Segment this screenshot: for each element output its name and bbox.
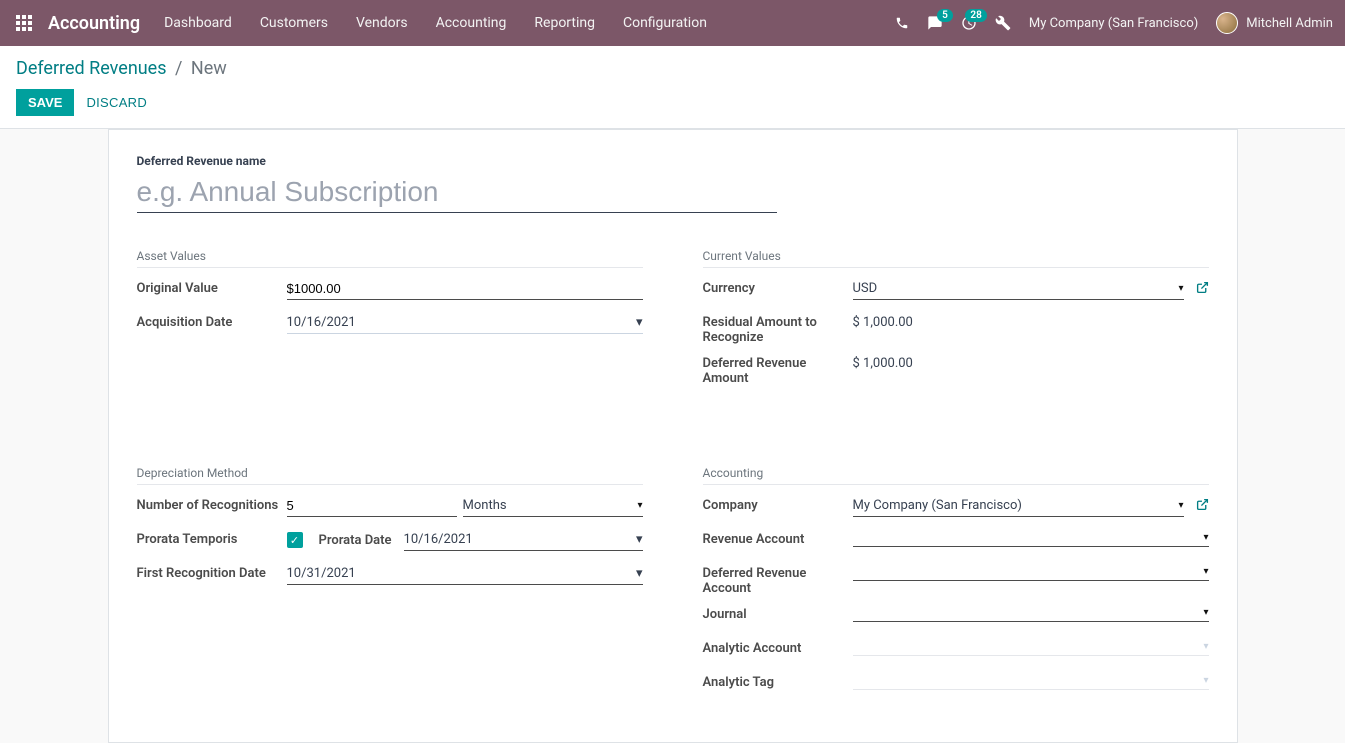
asset-values-heading: Asset Values [137,249,643,268]
chevron-down-icon: ▾ [637,500,642,511]
chevron-down-icon: ▾ [636,532,643,547]
breadcrumb: Deferred Revenues / New [16,58,1329,79]
prorata-checkbox[interactable]: ✓ [287,532,303,548]
chevron-down-icon: ▾ [636,566,643,581]
deferred-amount-value: $ 1,000.00 [853,353,913,374]
deferred-account-label: Deferred Revenue Account [703,563,853,596]
prorata-date-input[interactable]: 10/16/2021 ▾ [404,529,643,551]
debug-icon[interactable] [995,15,1011,31]
journal-label: Journal [703,604,853,622]
avatar [1216,12,1238,34]
activity-icon[interactable]: 28 [961,15,977,31]
chat-badge: 5 [937,9,953,22]
chevron-down-icon: ▾ [1203,641,1208,652]
company-select[interactable]: My Company (San Francisco) ▾ [853,495,1184,517]
residual-value: $ 1,000.00 [853,312,913,333]
breadcrumb-separator: / [175,58,182,79]
activity-badge: 28 [965,9,986,22]
menu-configuration[interactable]: Configuration [623,15,707,31]
analytic-tag-select[interactable]: ▾ [853,672,1209,690]
journal-select[interactable]: ▾ [853,604,1209,622]
current-values-group: Current Values Currency USD ▾ Residu [703,249,1209,394]
title-label: Deferred Revenue name [137,154,1209,168]
accounting-heading: Accounting [703,466,1209,485]
menu-reporting[interactable]: Reporting [534,15,595,31]
chevron-down-icon: ▾ [1203,675,1208,686]
breadcrumb-current: New [191,58,227,79]
revenue-account-label: Revenue Account [703,529,853,547]
discard-button[interactable]: DISCARD [86,95,147,110]
first-recognition-label: First Recognition Date [137,563,287,581]
analytic-account-label: Analytic Account [703,638,853,656]
phone-icon[interactable] [895,16,909,30]
accounting-group: Accounting Company My Company (San Franc… [703,466,1209,706]
user-menu[interactable]: Mitchell Admin [1216,12,1333,34]
external-link-icon[interactable] [1196,498,1209,515]
action-buttons: SAVE DISCARD [16,89,1329,116]
chevron-down-icon: ▾ [1203,566,1208,577]
num-recognitions-unit-select[interactable]: Months ▾ [463,495,643,517]
currency-select[interactable]: USD ▾ [853,278,1184,300]
prorata-date-label: Prorata Date [319,533,392,548]
acquisition-date-label: Acquisition Date [137,312,287,330]
external-link-icon[interactable] [1196,281,1209,298]
chat-icon[interactable]: 5 [927,15,943,31]
apps-icon[interactable] [12,11,36,35]
chevron-down-icon: ▾ [1203,532,1208,543]
save-button[interactable]: SAVE [16,89,74,116]
original-value-label: Original Value [137,278,287,296]
control-panel: Deferred Revenues / New SAVE DISCARD [0,46,1345,129]
analytic-tag-label: Analytic Tag [703,672,853,690]
current-values-heading: Current Values [703,249,1209,268]
main-menu: Dashboard Customers Vendors Accounting R… [164,15,895,31]
menu-vendors[interactable]: Vendors [356,15,408,31]
deferred-amount-label: Deferred Revenue Amount [703,353,853,386]
chevron-down-icon: ▾ [1203,607,1208,618]
menu-accounting[interactable]: Accounting [436,15,507,31]
num-recognitions-input[interactable] [287,495,457,517]
menu-dashboard[interactable]: Dashboard [164,15,232,31]
deferred-account-select[interactable]: ▾ [853,563,1209,581]
company-label: Company [703,495,853,513]
form-sheet: Deferred Revenue name Asset Values Origi… [108,129,1238,743]
prorata-label: Prorata Temporis [137,529,287,547]
menu-customers[interactable]: Customers [260,15,328,31]
title-input[interactable] [137,172,777,213]
navbar: Accounting Dashboard Customers Vendors A… [0,0,1345,46]
depreciation-group: Depreciation Method Number of Recognitio… [137,466,643,706]
chevron-down-icon: ▾ [1178,283,1183,294]
breadcrumb-parent[interactable]: Deferred Revenues [16,58,167,79]
analytic-account-select[interactable]: ▾ [853,638,1209,656]
num-recognitions-label: Number of Recognitions [137,495,287,513]
currency-label: Currency [703,278,853,296]
acquisition-date-input[interactable]: 10/16/2021 ▾ [287,312,643,334]
navbar-right: 5 28 My Company (San Francisco) Mitchell… [895,12,1333,34]
user-name: Mitchell Admin [1246,16,1333,31]
chevron-down-icon: ▾ [636,315,643,330]
form-container: Deferred Revenue name Asset Values Origi… [0,129,1345,743]
depreciation-heading: Depreciation Method [137,466,643,485]
revenue-account-select[interactable]: ▾ [853,529,1209,547]
chevron-down-icon: ▾ [1178,500,1183,511]
asset-values-group: Asset Values Original Value Acquisition … [137,249,643,394]
app-title[interactable]: Accounting [48,13,140,34]
residual-label: Residual Amount to Recognize [703,312,853,345]
original-value-input[interactable] [287,278,643,300]
first-recognition-date-input[interactable]: 10/31/2021 ▾ [287,563,643,585]
company-selector[interactable]: My Company (San Francisco) [1029,16,1198,31]
